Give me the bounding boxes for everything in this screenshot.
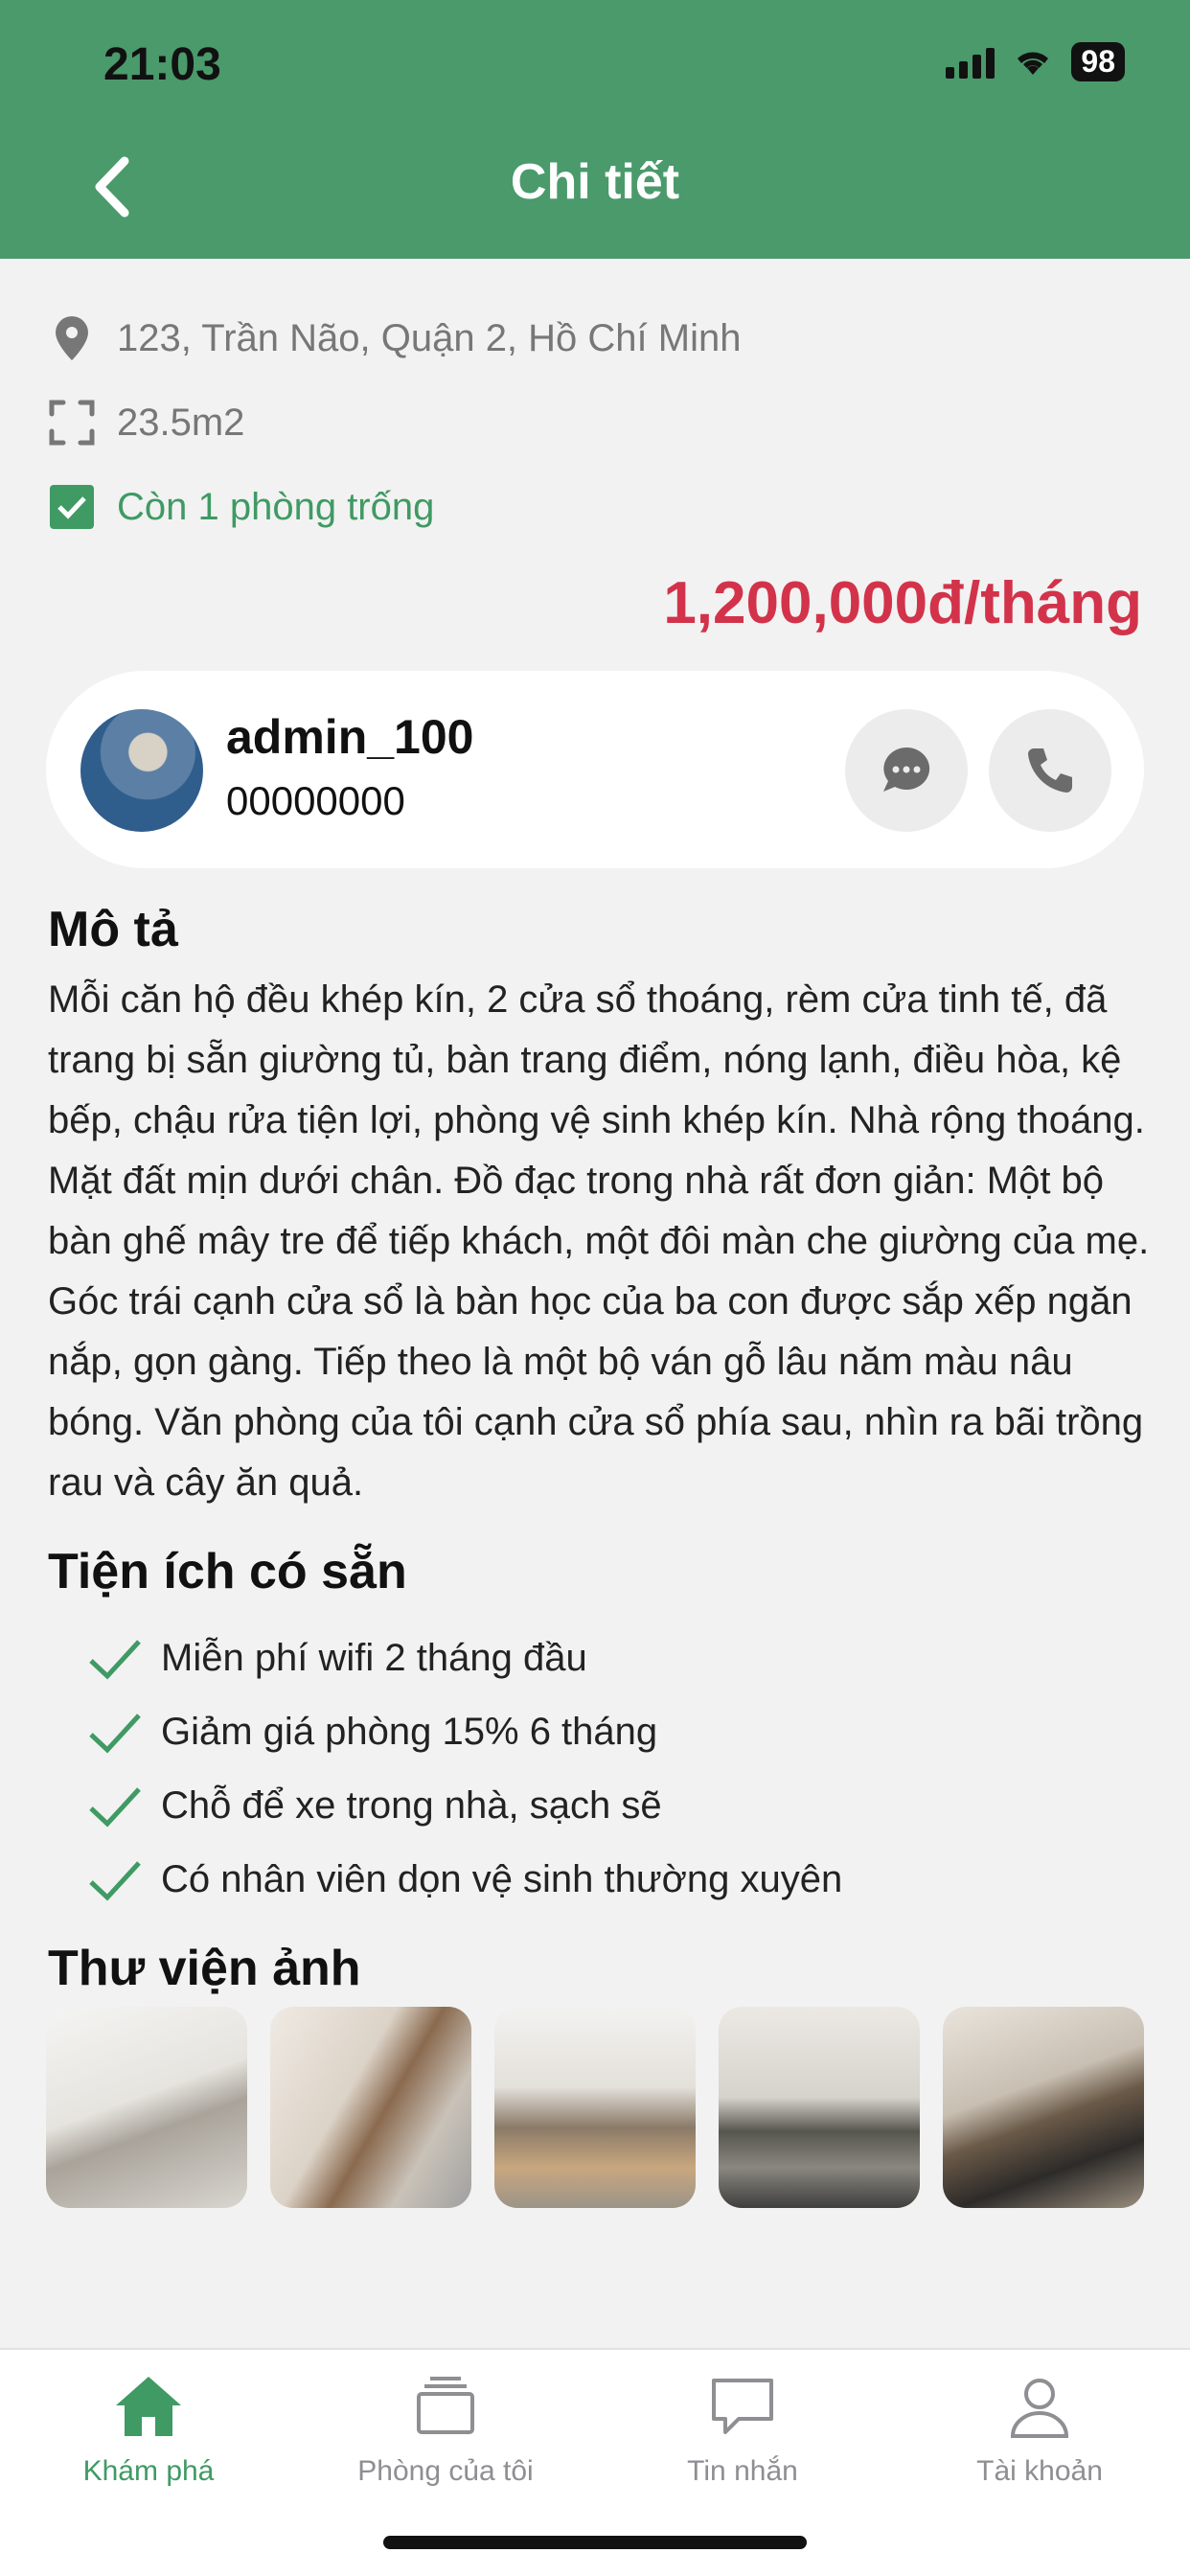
call-button[interactable] [989,709,1111,832]
description-text: Mỗi căn hộ đều khép kín, 2 cửa sổ thoáng… [48,978,1150,1504]
wifi-icon [1018,52,1049,75]
message-button[interactable] [845,709,968,832]
app-header: 21:03 98 Chi tiết [0,0,1190,259]
amenity-label: Chỗ để xe trong nhà, sạch sẽ [161,1784,662,1827]
photo-gallery [46,2007,1144,2208]
checkmark-icon [89,1639,141,1680]
gallery-photo[interactable] [943,2007,1144,2208]
area-text: 23.5m2 [117,401,245,444]
area-row: 23.5m2 [48,399,244,447]
area-frame-icon [48,399,96,447]
address-text: 123, Trần Não, Quận 2, Hồ Chí Minh [117,316,742,359]
status-time: 21:03 [103,39,221,90]
chat-icon [883,747,930,792]
home-icon [116,2377,181,2436]
page-title: Chi tiết [510,154,680,210]
status-icons: 98 [946,42,1125,81]
tab-label: Tài khoản [976,2455,1103,2487]
tab-label: Phòng của tôi [357,2455,534,2487]
availability-row: Còn 1 phòng trống [48,483,434,531]
checkmark-icon [89,1860,141,1901]
amenity-label: Có nhân viên dọn vệ sinh thường xuyên [161,1858,843,1900]
home-indicator [383,2536,807,2549]
location-pin-icon [48,314,96,362]
price-label: 1,200,000đ/tháng [663,570,1142,636]
chat-bubble-icon [712,2379,773,2434]
gallery-title: Thư viện ảnh [48,1941,361,1996]
checkmark-icon [89,1713,141,1754]
owner-phone: 00000000 [226,778,405,823]
gallery-photo[interactable] [494,2007,696,2208]
checkmark-icon [89,1786,141,1828]
rooms-icon [417,2377,474,2434]
address-row: 123, Trần Não, Quận 2, Hồ Chí Minh [48,314,741,362]
battery-indicator: 98 [1071,42,1125,81]
amenity-label: Miễn phí wifi 2 tháng đầu [161,1637,587,1679]
amenity-item: Có nhân viên dọn vệ sinh thường xuyên [88,1843,842,1917]
gallery-photo[interactable] [719,2007,920,2208]
tab-my-rooms[interactable]: Phòng của tôi [297,2371,594,2488]
availability-text: Còn 1 phòng trống [117,485,435,528]
amenity-item: Giảm giá phòng 15% 6 tháng [88,1695,842,1769]
amenity-item: Miễn phí wifi 2 tháng đầu [88,1622,842,1695]
user-icon [1010,2379,1069,2438]
tab-account[interactable]: Tài khoản [891,2371,1188,2488]
tab-explore[interactable]: Khám phá [0,2371,297,2488]
amenities-list: Miễn phí wifi 2 tháng đầu Giảm giá phòng… [88,1622,842,1917]
amenities-title: Tiện ích có sẵn [48,1544,407,1599]
cellular-signal-icon [946,46,995,79]
tab-label: Tin nhắn [687,2455,798,2487]
checkbox-checked-icon [48,483,96,531]
amenity-label: Giảm giá phòng 15% 6 tháng [161,1711,658,1753]
gallery-photo[interactable] [270,2007,471,2208]
avatar[interactable] [80,709,203,832]
phone-icon [1028,748,1072,793]
description-title: Mô tả [48,902,178,957]
owner-card: admin_100 00000000 [46,671,1144,868]
tab-messages[interactable]: Tin nhắn [594,2371,891,2488]
amenity-item: Chỗ để xe trong nhà, sạch sẽ [88,1769,842,1843]
gallery-photo[interactable] [46,2007,247,2208]
owner-name: admin_100 [226,710,474,764]
tab-label: Khám phá [82,2455,215,2487]
